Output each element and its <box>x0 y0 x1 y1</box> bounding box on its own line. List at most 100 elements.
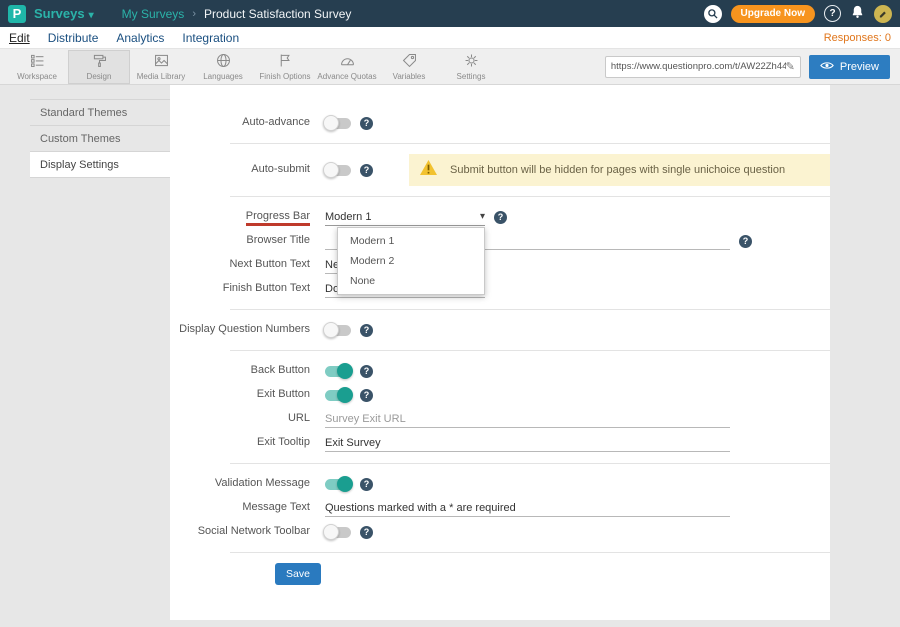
survey-url-box <box>605 56 801 78</box>
chevron-down-icon <box>480 211 485 222</box>
dropdown-option-modern-2[interactable]: Modern 2 <box>338 251 484 271</box>
breadcrumb-survey-title: Product Satisfaction Survey <box>204 7 351 21</box>
auto-advance-row: Auto-advance <box>170 111 830 135</box>
exit-tooltip-input[interactable] <box>325 434 730 452</box>
warning-text: Submit button will be hidden for pages w… <box>450 164 785 176</box>
eye-icon <box>820 61 834 73</box>
advance-quotas-icon <box>339 52 356 71</box>
toolbar-item-label: Advance Quotas <box>317 72 376 81</box>
survey-url-input[interactable] <box>611 61 786 72</box>
media-library-icon <box>153 52 170 71</box>
auto-submit-toggle[interactable] <box>325 165 351 176</box>
help-icon[interactable] <box>824 5 841 22</box>
display-question-numbers-help-icon[interactable] <box>360 324 373 337</box>
exit-tooltip-label: Exit Tooltip <box>170 436 310 449</box>
breadcrumb-my-surveys[interactable]: My Surveys <box>122 7 185 21</box>
auto-submit-label: Auto-submit <box>170 163 310 176</box>
notifications-bell-icon[interactable] <box>850 4 865 24</box>
responses-count[interactable]: Responses: 0 <box>824 32 891 44</box>
questionpro-logo: P <box>8 5 26 23</box>
divider <box>230 350 830 351</box>
auto-submit-warning: Submit button will be hidden for pages w… <box>409 154 830 186</box>
design-toolbar: Workspace Design Media Library Languages… <box>0 49 900 85</box>
back-button-label: Back Button <box>170 364 310 377</box>
finish-button-text-row: Finish Button Text <box>170 277 830 301</box>
sidebar-item-display-settings[interactable]: Display Settings <box>30 152 170 178</box>
divider <box>230 143 830 144</box>
toolbar-item-finish-options[interactable]: Finish Options <box>254 50 316 84</box>
sidebar-item-standard-themes[interactable]: Standard Themes <box>30 100 170 126</box>
toggle-knob <box>323 162 339 178</box>
annotation-red-underline: Progress Bar <box>246 210 310 226</box>
auto-advance-toggle[interactable] <box>325 118 351 129</box>
edit-url-icon[interactable] <box>786 60 795 73</box>
toolbar-item-label: Workspace <box>17 72 57 81</box>
exit-button-help-icon[interactable] <box>360 389 373 402</box>
progress-bar-row: Progress Bar Modern 1 Modern 1 Modern 2 … <box>170 205 830 229</box>
sidebar-item-custom-themes[interactable]: Custom Themes <box>30 126 170 152</box>
preview-button[interactable]: Preview <box>809 55 890 79</box>
auto-advance-help-icon[interactable] <box>360 117 373 130</box>
browser-title-help-icon[interactable] <box>739 235 752 248</box>
top-bar: P Surveys My Surveys › Product Satisfact… <box>0 0 900 27</box>
exit-button-toggle[interactable] <box>325 390 351 401</box>
social-network-toolbar-help-icon[interactable] <box>360 526 373 539</box>
divider <box>230 309 830 310</box>
toolbar-item-workspace[interactable]: Workspace <box>6 50 68 84</box>
toolbar-item-languages[interactable]: Languages <box>192 50 254 84</box>
toolbar-item-label: Media Library <box>137 72 185 81</box>
save-button[interactable]: Save <box>275 563 321 585</box>
toggle-knob <box>323 115 339 131</box>
progress-bar-help-icon[interactable] <box>494 211 507 224</box>
progress-bar-select[interactable]: Modern 1 Modern 1 Modern 2 None <box>325 208 485 226</box>
tab-distribute[interactable]: Distribute <box>48 31 99 45</box>
browser-title-label: Browser Title <box>170 234 310 247</box>
progress-bar-label: Progress Bar <box>170 210 310 223</box>
toolbar-item-settings[interactable]: Settings <box>440 50 502 84</box>
toolbar-item-design[interactable]: Design <box>68 50 130 84</box>
exit-button-label: Exit Button <box>170 388 310 401</box>
dropdown-option-modern-1[interactable]: Modern 1 <box>338 231 484 251</box>
content-area: Standard Themes Custom Themes Display Se… <box>0 85 900 627</box>
exit-url-row: URL <box>170 407 830 431</box>
exit-url-input[interactable] <box>325 410 730 428</box>
display-question-numbers-toggle[interactable] <box>325 325 351 336</box>
display-question-numbers-row: Display Question Numbers <box>170 318 830 342</box>
topbar-actions: Upgrade Now <box>704 4 892 24</box>
finish-button-text-label: Finish Button Text <box>170 282 310 295</box>
breadcrumb: My Surveys › Product Satisfaction Survey <box>122 7 352 21</box>
divider <box>230 196 830 197</box>
social-network-toolbar-row: Social Network Toolbar <box>170 520 830 544</box>
settings-icon <box>463 52 480 71</box>
message-text-input[interactable] <box>325 499 730 517</box>
tab-edit[interactable]: Edit <box>9 31 30 45</box>
edit-profile-icon[interactable] <box>874 5 892 23</box>
search-icon[interactable] <box>704 5 722 23</box>
warning-triangle-icon <box>419 159 438 181</box>
upgrade-now-button[interactable]: Upgrade Now <box>731 5 815 23</box>
auto-submit-help-icon[interactable] <box>360 164 373 177</box>
auto-advance-label: Auto-advance <box>170 116 310 129</box>
validation-message-help-icon[interactable] <box>360 478 373 491</box>
tab-integration[interactable]: Integration <box>182 31 239 45</box>
social-network-toolbar-toggle[interactable] <box>325 527 351 538</box>
dropdown-option-none[interactable]: None <box>338 271 484 291</box>
save-row: Save <box>170 563 830 585</box>
toolbar-right: Preview <box>605 55 894 79</box>
questionpro-app: P Surveys My Surveys › Product Satisfact… <box>0 0 900 627</box>
tab-analytics[interactable]: Analytics <box>116 31 164 45</box>
toggle-knob <box>323 524 339 540</box>
toolbar-item-media-library[interactable]: Media Library <box>130 50 192 84</box>
progress-bar-dropdown: Modern 1 Modern 2 None <box>337 227 485 295</box>
languages-icon <box>215 52 232 71</box>
surveys-product-menu[interactable]: Surveys <box>34 6 94 21</box>
validation-message-toggle[interactable] <box>325 479 351 490</box>
back-button-toggle[interactable] <box>325 366 351 377</box>
toolbar-item-label: Variables <box>393 72 426 81</box>
toolbar-item-variables[interactable]: Variables <box>378 50 440 84</box>
main-nav-tabs: Edit Distribute Analytics Integration Re… <box>0 27 900 49</box>
toggle-knob <box>337 476 353 492</box>
chevron-down-icon <box>89 6 94 21</box>
toolbar-item-advance-quotas[interactable]: Advance Quotas <box>316 50 378 84</box>
back-button-help-icon[interactable] <box>360 365 373 378</box>
